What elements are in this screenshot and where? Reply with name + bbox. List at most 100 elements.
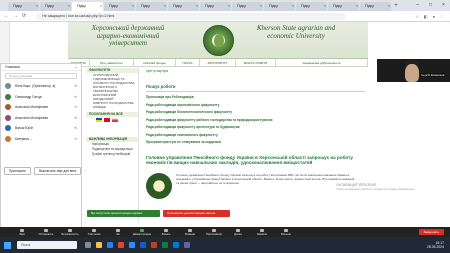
address-bar[interactable]: Не защищено | kse.ks.ua/ua/p.php?p=2.htm…	[36, 12, 347, 20]
nav-integrity[interactable]: Академічна доброчесність	[276, 59, 368, 66]
minimize-icon[interactable]: –	[411, 0, 424, 11]
chrome-icon[interactable]	[118, 242, 124, 248]
store-icon[interactable]	[173, 242, 179, 248]
participant-row[interactable]: Катерина ... ✕	[1, 134, 81, 145]
new-tab-icon[interactable]: +	[392, 2, 400, 11]
zoom-more-button[interactable]: Больше	[274, 228, 298, 236]
browser-tab[interactable]: Підку ×	[264, 2, 295, 11]
mic-muted-icon: ✕	[74, 105, 77, 110]
file-explorer-icon[interactable]	[96, 242, 102, 248]
zoom-participants-panel: Учасники ⌄ Пошук учасників Юлія Карс. (О…	[0, 63, 87, 229]
zoom-reactions-button[interactable]: Реакции	[178, 228, 202, 236]
browser-tab[interactable]: Підку ×	[232, 2, 263, 11]
zoom-icon[interactable]	[129, 242, 135, 248]
zoom-security-button[interactable]: Безопасность	[58, 228, 82, 236]
browser-tab-active[interactable]: Підку ×	[72, 2, 103, 11]
browser-tab[interactable]: Підку ×	[104, 2, 135, 11]
star-icon[interactable]: ☆	[415, 14, 419, 19]
forward-icon[interactable]: →	[13, 13, 18, 19]
mic-icon	[20, 228, 24, 232]
taskbar-search[interactable]: Поиск	[17, 241, 77, 249]
participant-row[interactable]: Олександр Гончук ✕	[1, 92, 81, 103]
browser-tab[interactable]: Підку ×	[296, 2, 327, 11]
task-view-icon[interactable]	[85, 242, 91, 248]
powerpoint-icon[interactable]	[151, 242, 157, 248]
maximize-icon[interactable]: □	[424, 0, 437, 11]
browser-tab[interactable]: Підку ×	[136, 2, 167, 11]
nav-quality[interactable]: ЯКІСТЬ ОСВІТИ	[236, 59, 276, 66]
mute-all-button[interactable]: Выключить звук для всех	[34, 167, 82, 175]
university-seal-logo[interactable]	[203, 25, 234, 56]
zoom-audio-button[interactable]: Звук	[10, 228, 34, 236]
news-headline[interactable]: Головне управління Пенсійного фонду Укра…	[146, 155, 356, 166]
vacancy-link[interactable]: Рада роботодавців факультету архітектури…	[146, 124, 368, 132]
zoom-notes-button[interactable]: Заметки	[250, 228, 274, 236]
zoom-share-button[interactable]: Демонстрация	[130, 228, 154, 236]
vacancy-link[interactable]: Програми пристую не стажування за кордон…	[146, 139, 368, 147]
video-name-label: Сергій Ковшиков	[420, 73, 446, 77]
nav-education[interactable]: Освітній процес	[134, 59, 176, 66]
flag-pl-icon[interactable]	[112, 118, 118, 122]
camera-icon	[44, 228, 48, 232]
participant-row[interactable]: Анастасія Молофеєва ✕	[1, 113, 81, 124]
nav-applicant[interactable]: АБІТУРІЄНТУ	[200, 59, 236, 66]
reload-icon[interactable]: ⟳	[22, 13, 26, 19]
zoom-chat-button[interactable]: Чат	[106, 228, 130, 236]
sidebar-item-college[interactable]: КОЛЕДЖ	[86, 105, 138, 109]
end-meeting-button[interactable]: Завершить	[418, 229, 444, 235]
panel-options-icon[interactable]: ⌄	[74, 64, 77, 70]
record-icon	[164, 228, 168, 232]
zoom-whiteboard-button[interactable]: Доска	[226, 228, 250, 236]
word-icon[interactable]	[140, 242, 146, 248]
windows-activation-watermark: Активация Windows Чтобы активировать Win…	[336, 182, 436, 191]
vacancy-link[interactable]: Рада роботодавців агрономічного факульте…	[146, 102, 368, 110]
zoom-apps-button[interactable]: Приложения	[202, 228, 226, 236]
browser-tab[interactable]: Підку ×	[328, 2, 359, 11]
sidebar-item-hydromelioration[interactable]: ГІДРОМЕЛІОРАЦІЇ ТА ЛІСОВОГО ГОСПОДАРСТВА	[86, 77, 138, 85]
nav-science[interactable]: НАУКА	[176, 59, 200, 66]
vacancy-link[interactable]: Пропозиція про Роботодавців	[146, 94, 368, 102]
vacancy-link[interactable]: Рада роботодавців факультету рибного гос…	[146, 117, 368, 125]
close-icon[interactable]: ×	[437, 0, 450, 11]
browser-tab[interactable]: Підку ×	[168, 2, 199, 11]
edge-icon[interactable]	[107, 242, 113, 248]
zoom-record-button[interactable]: Запись	[154, 228, 178, 236]
desktop: Підку × Підку × Підку × Підку × Підку × Підку…	[0, 0, 450, 253]
zoom-video-tile[interactable]: Сергій Ковшиков	[377, 59, 450, 82]
breadcrumb[interactable]: Центр кар'єри	[146, 68, 368, 74]
excel-icon[interactable]	[162, 242, 168, 248]
more-options-icon[interactable]: ...	[84, 167, 87, 175]
sidebar-item-biotechnology[interactable]: БІОТЕХНОЛОГІЇ, ТВАРИННИЦТВА	[86, 85, 138, 93]
profile-icon[interactable]: ●	[433, 14, 435, 19]
participant-name: Олександр Гончук	[15, 94, 42, 99]
browser-tab[interactable]: Підку ×	[200, 2, 231, 11]
window-controls: – □ ×	[411, 0, 450, 11]
browser-tab[interactable]: Підку ×	[40, 2, 71, 11]
windows-start-icon[interactable]	[4, 241, 11, 249]
zoom-video-button[interactable]: Остановить	[34, 228, 58, 236]
mic-muted-icon: ✕	[74, 126, 77, 131]
back-icon[interactable]: ←	[4, 13, 9, 19]
stop-share-button[interactable]: Остановить демонстрацию экрана	[163, 210, 230, 217]
participant-row[interactable]: Анастасія Молофеєва ✕	[1, 102, 81, 113]
teams-icon[interactable]	[184, 242, 190, 248]
invite-button[interactable]: Пригласить	[4, 167, 32, 175]
sidebar-info-link[interactable]: Графік тренінгу/ вебінарів	[86, 152, 138, 157]
flag-en-icon[interactable]	[104, 118, 110, 122]
participant-search-input[interactable]: Пошук учасників	[5, 73, 77, 79]
url-text: kse.ks.ua/ua/p.php?p=2.html	[68, 13, 115, 18]
browser-tab[interactable]: Підку ×	[360, 2, 391, 11]
vacancy-link[interactable]: Рада роботодавців біологотехнологічного …	[146, 109, 368, 117]
avatar	[5, 104, 11, 111]
nav-about[interactable]: Про університет	[90, 59, 134, 66]
participant-row[interactable]: Юлія Карс. (Організатор, я) ✕	[1, 81, 81, 92]
menu-icon[interactable]: ⋮	[440, 14, 444, 19]
zoom-participants-button[interactable]: Участники	[82, 228, 106, 236]
flag-ua-icon[interactable]	[96, 118, 102, 122]
vacancy-link[interactable]: Рада роботодавців економічного факультет…	[146, 132, 368, 140]
participant-row[interactable]: Вірчак Юрій ✕	[1, 123, 81, 134]
divider	[146, 91, 365, 92]
browser-tab[interactable]: Підку ×	[8, 2, 39, 11]
extensions-icon[interactable]: ◧	[424, 14, 428, 19]
system-tray[interactable]: 15:17 28.05.2024	[427, 241, 444, 249]
